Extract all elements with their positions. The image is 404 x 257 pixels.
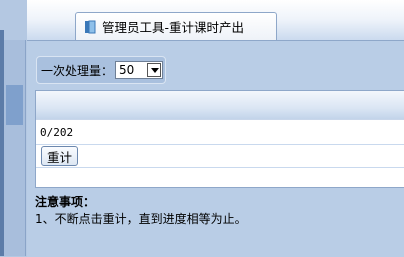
left-frame-border xyxy=(0,30,4,256)
left-sidebar-bar xyxy=(4,40,26,256)
progress-text: 0/202 xyxy=(40,125,74,139)
progress-row: 0/202 xyxy=(36,120,404,145)
progress-header xyxy=(36,91,404,120)
left-frame-edge xyxy=(0,0,27,256)
tab-bar: 管理员工具-重计课时产出 xyxy=(27,0,404,41)
batch-size-group: 一次处理量： 50 xyxy=(36,56,166,84)
notes-title: 注意事项： xyxy=(35,195,96,209)
tab-title: 管理员工具-重计课时产出 xyxy=(102,20,245,35)
batch-size-value: 50 xyxy=(119,63,135,77)
recount-button[interactable]: 重计 xyxy=(41,146,78,166)
main-panel: 一次处理量： 50 0/202 重计 注意事项： 1、不断点击重计，直到进度相等… xyxy=(27,40,404,257)
left-sidebar-highlight xyxy=(6,85,23,125)
progress-area: 0/202 重计 xyxy=(35,90,404,188)
button-row: 重计 xyxy=(36,145,404,168)
chevron-down-icon[interactable] xyxy=(147,63,162,77)
batch-size-label: 一次处理量： xyxy=(41,63,114,78)
book-icon xyxy=(84,20,96,34)
notes-section: 注意事项： 1、不断点击重计，直到进度相等为止。 xyxy=(35,193,247,227)
batch-size-select[interactable]: 50 xyxy=(115,61,164,79)
notes-line-1: 1、不断点击重计，直到进度相等为止。 xyxy=(35,212,247,226)
tab-admin-recount[interactable]: 管理员工具-重计课时产出 xyxy=(75,12,277,40)
